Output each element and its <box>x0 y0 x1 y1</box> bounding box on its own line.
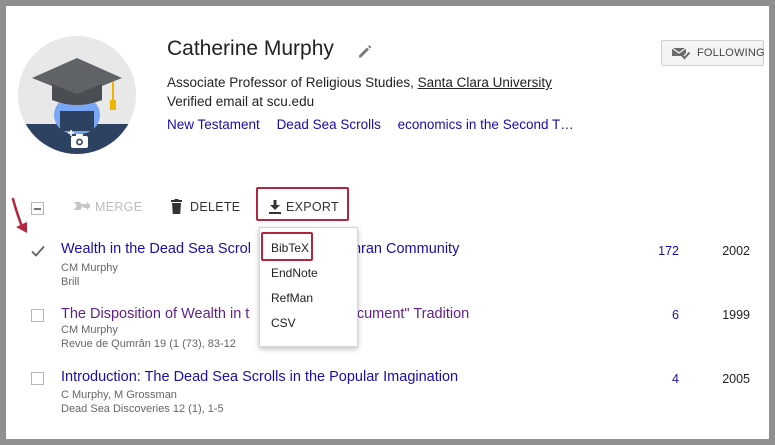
interest-link[interactable]: New Testament <box>167 117 260 132</box>
row-checkbox[interactable] <box>31 309 44 322</box>
following-button[interactable]: FOLLOWING <box>661 40 765 66</box>
verified-email: Verified email at scu.edu <box>167 94 315 109</box>
article-authors: C Murphy, M Grossman <box>61 389 177 401</box>
interest-link[interactable]: economics in the Second T… <box>398 117 574 132</box>
affiliation-org-link[interactable]: Santa Clara University <box>418 75 552 90</box>
article-venue: Dead Sea Discoveries 12 (1), 1-5 <box>61 403 224 415</box>
publication-year: 2002 <box>722 244 750 258</box>
edit-pencil-icon[interactable] <box>357 43 373 59</box>
bibtex-highlight-box <box>261 232 313 261</box>
delete-button[interactable]: DELETE <box>170 199 250 217</box>
menu-item-refman[interactable]: RefMan <box>271 291 313 305</box>
row-checkbox-checked-icon[interactable] <box>31 245 45 257</box>
interest-link[interactable]: Dead Sea Scrolls <box>277 117 381 132</box>
cited-by-count[interactable]: 4 <box>639 372 679 386</box>
merge-icon <box>74 201 91 211</box>
export-label: EXPORT <box>286 200 339 214</box>
article-authors: CM Murphy <box>61 324 118 336</box>
trash-icon <box>171 199 182 214</box>
cited-by-count[interactable]: 172 <box>639 244 679 258</box>
download-icon <box>269 200 281 214</box>
article-venue: Brill <box>61 276 80 288</box>
article-venue: Revue de Qumrân 19 (1 (73), 83-12 <box>61 338 236 350</box>
menu-item-csv[interactable]: CSV <box>271 316 296 330</box>
add-photo-camera-icon[interactable] <box>68 130 90 150</box>
article-authors: CM Murphy <box>61 262 118 274</box>
merge-button[interactable]: MERGE <box>73 199 153 217</box>
following-label: FOLLOWING <box>697 47 765 59</box>
profile-name: Catherine Murphy <box>167 37 334 60</box>
annotation-arrow-icon <box>11 197 27 233</box>
merge-label: MERGE <box>95 200 143 214</box>
research-interests: New Testament Dead Sea Scrolls economics… <box>167 117 587 132</box>
scholar-profile-page: Catherine Murphy Associate Professor of … <box>6 6 769 439</box>
affiliation-title: Associate Professor of Religious Studies… <box>167 75 418 90</box>
delete-label: DELETE <box>190 200 241 214</box>
profile-avatar[interactable] <box>18 36 136 154</box>
row-checkbox[interactable] <box>31 372 44 385</box>
publication-year: 2005 <box>722 372 750 386</box>
cited-by-count[interactable]: 6 <box>639 308 679 322</box>
profile-affiliation: Associate Professor of Religious Studies… <box>167 75 552 90</box>
export-button[interactable]: EXPORT <box>268 199 348 217</box>
menu-item-endnote[interactable]: EndNote <box>271 266 318 280</box>
publication-year: 1999 <box>722 308 750 322</box>
article-title-link[interactable]: Introduction: The Dead Sea Scrolls in th… <box>61 369 458 385</box>
mail-check-icon <box>671 47 691 60</box>
